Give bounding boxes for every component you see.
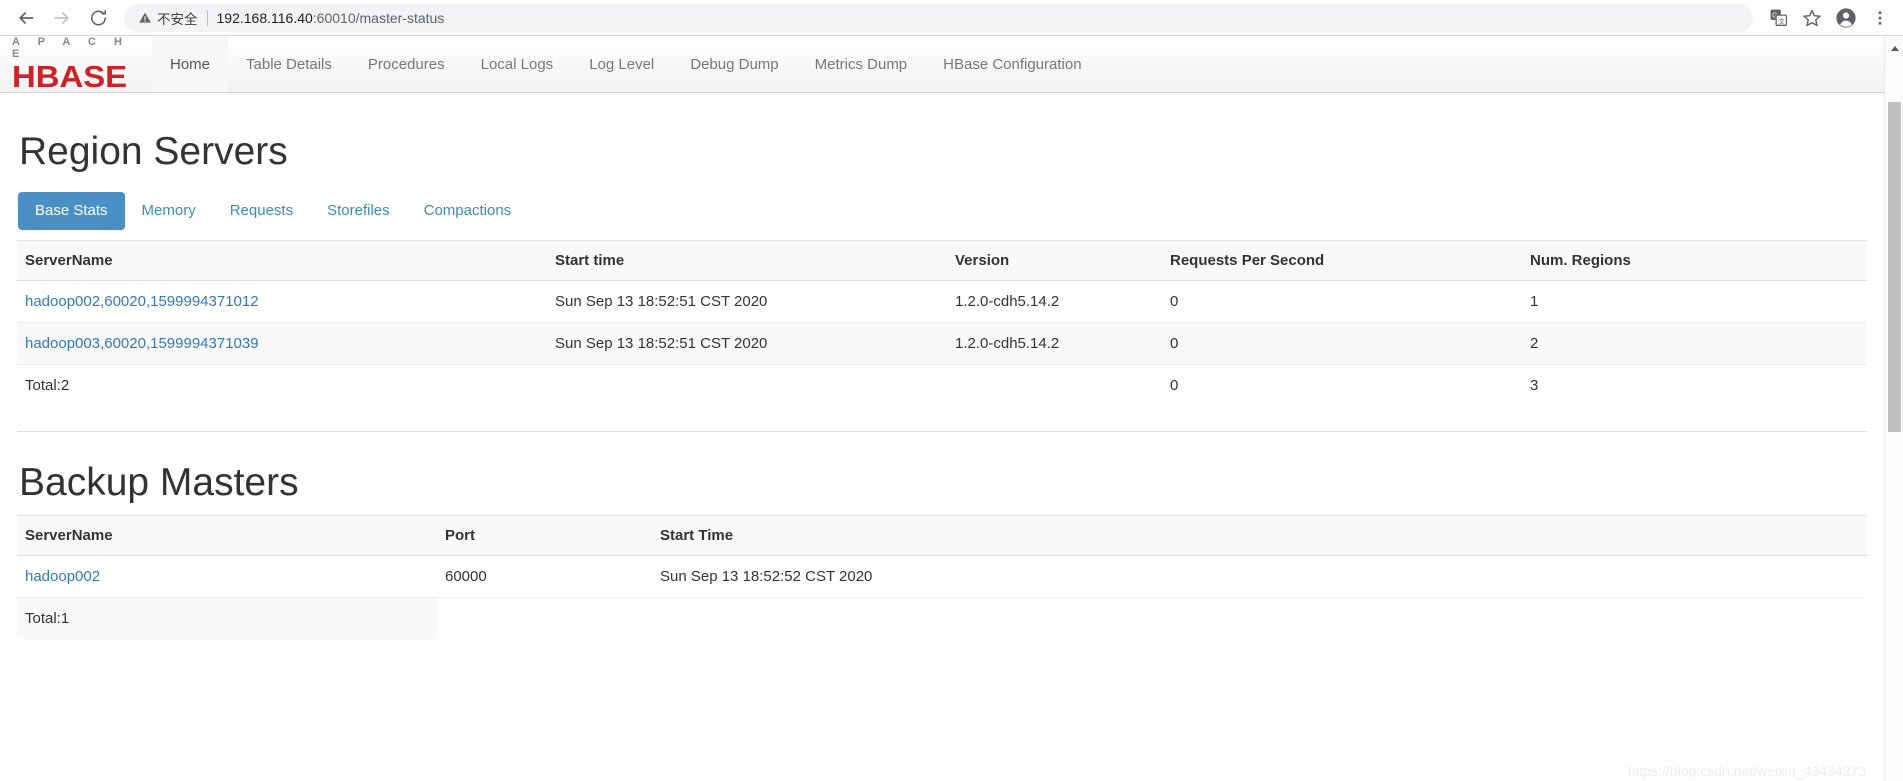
security-warning-chip[interactable]: 不安全 [138, 8, 198, 28]
section-divider [17, 431, 1867, 432]
nav-item-table-details[interactable]: Table Details [228, 36, 350, 92]
nav-item-debug-dump[interactable]: Debug Dump [672, 36, 796, 92]
bookmark-star-icon[interactable] [1795, 1, 1829, 35]
column-header-servername[interactable]: ServerName [17, 515, 437, 556]
region-server-link[interactable]: hadoop002,60020,1599994371012 [25, 293, 259, 310]
nav-item-metrics-dump[interactable]: Metrics Dump [797, 36, 926, 92]
cell-port: 60000 [437, 555, 652, 598]
scrollbar-thumb[interactable] [1888, 102, 1901, 432]
cell-start-time: Sun Sep 13 18:52:51 CST 2020 [547, 280, 947, 323]
tab-base-stats[interactable]: Base Stats [18, 192, 125, 230]
tab-requests[interactable]: Requests [213, 192, 310, 230]
arrow-left-icon[interactable] [8, 0, 44, 36]
table-row: hadoop002,60020,1599994371012 Sun Sep 13… [17, 280, 1867, 323]
tab-memory[interactable]: Memory [125, 192, 213, 230]
cell-servername: hadoop003,60020,1599994371039 [17, 322, 547, 365]
browser-toolbar: 不安全 192.168.116.40:60010/master-status G… [0, 0, 1903, 36]
cell-total-port [437, 598, 652, 640]
column-header-num-regions[interactable]: Num. Regions [1522, 240, 1867, 281]
backup-master-link[interactable]: hadoop002 [25, 568, 100, 585]
address-bar[interactable]: 不安全 192.168.116.40:60010/master-status [124, 3, 1753, 32]
nav-item-hbase-configuration[interactable]: HBase Configuration [925, 36, 1099, 92]
translate-icon[interactable]: G 文 [1761, 1, 1795, 35]
reload-icon[interactable] [80, 0, 116, 36]
page-scrollbar[interactable] [1884, 36, 1903, 781]
cell-total-version [947, 365, 1162, 407]
url-text: 192.168.116.40:60010/master-status [217, 10, 445, 26]
table-total-row: Total:1 [17, 597, 1867, 640]
tab-storefiles[interactable]: Storefiles [310, 192, 407, 230]
cell-servername: hadoop002,60020,1599994371012 [17, 280, 547, 323]
scrollbar-up-arrow-icon[interactable] [1891, 46, 1899, 51]
omnibox-separator [206, 9, 208, 26]
table-row: hadoop003,60020,1599994371039 Sun Sep 13… [17, 322, 1867, 365]
column-header-start-time[interactable]: Start time [547, 240, 947, 281]
page-content: Region Servers Base Stats Memory Request… [0, 93, 1884, 781]
table-row: hadoop002 60000 Sun Sep 13 18:52:52 CST … [17, 555, 1867, 598]
watermark-text: https://blog.csdn.net/weixin_43434273 [1627, 763, 1866, 779]
cell-num-regions: 2 [1522, 322, 1867, 365]
cell-num-regions: 1 [1522, 280, 1867, 323]
region-servers-table: ServerName Start time Version Requests P… [17, 240, 1867, 406]
cell-version: 1.2.0-cdh5.14.2 [947, 280, 1162, 323]
cell-requests-per-second: 0 [1162, 322, 1522, 365]
nav-item-home[interactable]: Home [152, 36, 229, 92]
url-path: :60010/master-status [312, 9, 445, 26]
region-servers-title: Region Servers [19, 130, 288, 173]
nav-item-local-logs[interactable]: Local Logs [463, 36, 572, 92]
backup-masters-title: Backup Masters [19, 461, 299, 504]
column-header-port[interactable]: Port [437, 515, 652, 556]
cell-total-label: Total:2 [25, 377, 70, 394]
more-menu-icon[interactable] [1863, 1, 1897, 35]
table-header-row: ServerName Port Start Time [17, 515, 1867, 556]
cell-start-time: Sun Sep 13 18:52:51 CST 2020 [547, 322, 947, 365]
nav-item-log-level[interactable]: Log Level [571, 36, 672, 92]
logo-apache-text: A P A C H E [12, 36, 130, 60]
logo-hbase-text: HBASE [12, 59, 128, 94]
cell-total-label: Total:1 [17, 597, 437, 639]
cell-start-time: Sun Sep 13 18:52:52 CST 2020 [652, 555, 1867, 598]
svg-text:文: 文 [1778, 16, 1785, 25]
security-warning-label: 不安全 [157, 11, 198, 27]
tab-compactions[interactable]: Compactions [407, 192, 529, 230]
column-header-start-time[interactable]: Start Time [652, 515, 1867, 556]
column-header-requests-per-second[interactable]: Requests Per Second [1162, 240, 1522, 281]
hbase-logo[interactable]: A P A C H E HBASE [0, 36, 152, 92]
cell-total-num-regions: 3 [1530, 377, 1539, 394]
url-host: 192.168.116.40 [216, 9, 313, 26]
column-header-servername[interactable]: ServerName [17, 240, 547, 281]
profile-avatar-icon[interactable] [1829, 1, 1863, 35]
backup-masters-table: ServerName Port Start Time hadoop002 600… [17, 515, 1867, 639]
nav-item-procedures[interactable]: Procedures [350, 36, 463, 92]
cell-total-start-time [547, 365, 947, 407]
browser-actions: G 文 [1761, 1, 1903, 35]
region-server-link[interactable]: hadoop003,60020,1599994371039 [25, 335, 259, 352]
column-header-version[interactable]: Version [947, 240, 1162, 281]
cell-version: 1.2.0-cdh5.14.2 [947, 322, 1162, 365]
table-header-row: ServerName Start time Version Requests P… [17, 240, 1867, 281]
table-total-row: Total:2 0 3 [17, 365, 1867, 407]
region-servers-tabs: Base Stats Memory Requests Storefiles Co… [18, 192, 1867, 230]
arrow-right-icon[interactable] [44, 0, 80, 36]
cell-requests-per-second: 0 [1162, 280, 1522, 323]
cell-servername: hadoop002 [17, 555, 437, 598]
cell-total-requests-per-second: 0 [1170, 377, 1179, 394]
navbar-links: Home Table Details Procedures Local Logs… [152, 36, 1100, 92]
hbase-navbar: A P A C H E HBASE Home Table Details Pro… [0, 36, 1884, 93]
cell-total-start-time [652, 598, 1867, 640]
